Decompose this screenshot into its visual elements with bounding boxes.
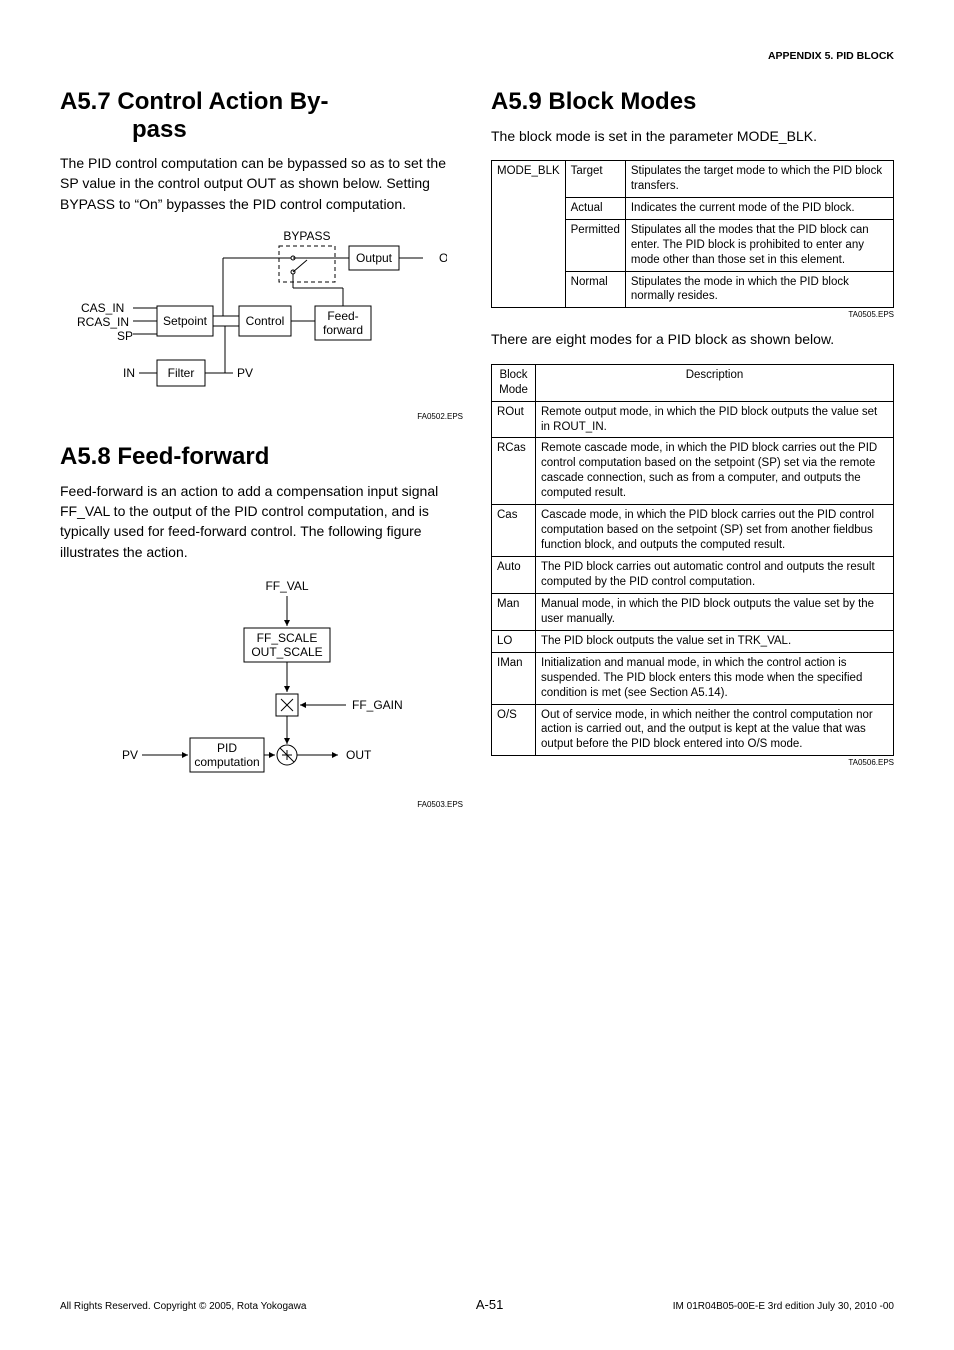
label-ff-2: forward bbox=[322, 323, 362, 337]
a5-8-body: Feed-forward is an action to add a compe… bbox=[60, 481, 463, 562]
t1-r3-v: Stipulates the mode in which the PID blo… bbox=[625, 271, 893, 308]
t1-r0-k: Target bbox=[565, 160, 625, 197]
t1-r2-v: Stipulates all the modes that the PID bl… bbox=[625, 219, 893, 271]
t2-r5-k: LO bbox=[492, 630, 536, 652]
a5-9-mid: There are eight modes for a PID block as… bbox=[491, 329, 894, 349]
label-setpoint: Setpoint bbox=[162, 314, 207, 328]
label-pid1: PID bbox=[216, 741, 236, 755]
table-mode-blk: MODE_BLK Target Stipulates the target mo… bbox=[491, 160, 894, 309]
t2-r0-v: Remote output mode, in which the PID blo… bbox=[536, 401, 894, 438]
label-output: Output bbox=[355, 251, 392, 265]
left-column: A5.7 Control Action By- pass The PID con… bbox=[60, 88, 463, 831]
t2-r6-v: Initialization and manual mode, in which… bbox=[536, 652, 894, 704]
t2-r3-k: Auto bbox=[492, 557, 536, 594]
t2-r5-v: The PID block outputs the value set in T… bbox=[536, 630, 894, 652]
a5-9-intro: The block mode is set in the parameter M… bbox=[491, 126, 894, 146]
t2-r4-v: Manual mode, in which the PID block outp… bbox=[536, 593, 894, 630]
t2-tag: TA0506.EPS bbox=[491, 758, 894, 767]
mode-blk-cell: MODE_BLK bbox=[492, 160, 566, 308]
t2-r6-k: IMan bbox=[492, 652, 536, 704]
label-cas-in: CAS_IN bbox=[81, 301, 124, 315]
label-ffval: FF_VAL bbox=[265, 579, 308, 593]
t2-r4-k: Man bbox=[492, 593, 536, 630]
label-filter: Filter bbox=[167, 366, 194, 380]
t2-h2: Description bbox=[536, 364, 894, 401]
fig-tag-2: FA0503.EPS bbox=[60, 800, 463, 809]
figure-bypass: BYPASS Output OUT Setpoint bbox=[60, 228, 463, 408]
t2-r0-k: ROut bbox=[492, 401, 536, 438]
label-sp: SP bbox=[117, 329, 133, 343]
heading-a5-9: A5.9 Block Modes bbox=[491, 88, 894, 116]
t1-r2-k: Permitted bbox=[565, 219, 625, 271]
t2-r2-k: Cas bbox=[492, 505, 536, 557]
figure-feedforward: FF_VAL FF_SCALE OUT_SCALE FF_GAIN PV bbox=[60, 576, 463, 796]
label-ffgain: FF_GAIN bbox=[352, 698, 403, 712]
label-out: OUT bbox=[439, 251, 447, 265]
heading-a5-7: A5.7 Control Action By- pass bbox=[60, 88, 463, 143]
label-ff-1: Feed- bbox=[327, 309, 358, 323]
label-pid2: computation bbox=[194, 755, 259, 769]
label-out2: OUT bbox=[346, 748, 372, 762]
heading-a5-7-line2: pass bbox=[60, 116, 187, 143]
right-column: A5.9 Block Modes The block mode is set i… bbox=[491, 88, 894, 831]
a5-7-body: The PID control computation can be bypas… bbox=[60, 153, 463, 214]
label-outscale: OUT_SCALE bbox=[251, 645, 322, 659]
footer-center: A-51 bbox=[476, 1297, 503, 1312]
fig-tag-1: FA0502.EPS bbox=[60, 412, 463, 421]
label-control: Control bbox=[245, 314, 284, 328]
footer-right: IM 01R04B05-00E-E 3rd edition July 30, 2… bbox=[673, 1301, 894, 1312]
heading-a5-7-line1: A5.7 Control Action By- bbox=[60, 88, 328, 115]
label-pv2: PV bbox=[122, 748, 138, 762]
t2-r1-v: Remote cascade mode, in which the PID bl… bbox=[536, 438, 894, 505]
t2-r3-v: The PID block carries out automatic cont… bbox=[536, 557, 894, 594]
label-ffscale: FF_SCALE bbox=[256, 631, 317, 645]
label-bypass: BYPASS bbox=[283, 229, 330, 243]
t1-r1-v: Indicates the current mode of the PID bl… bbox=[625, 197, 893, 219]
appendix-header: APPENDIX 5. PID BLOCK bbox=[768, 50, 894, 62]
page-footer: All Rights Reserved. Copyright © 2005, R… bbox=[60, 1297, 894, 1312]
label-in: IN bbox=[123, 366, 135, 380]
t1-tag: TA0505.EPS bbox=[491, 310, 894, 319]
t2-r7-v: Out of service mode, in which neither th… bbox=[536, 704, 894, 756]
table-block-modes: Block Mode Description ROutRemote output… bbox=[491, 364, 894, 757]
t2-h1: Block Mode bbox=[492, 364, 536, 401]
heading-a5-8: A5.8 Feed-forward bbox=[60, 443, 463, 471]
label-pv: PV bbox=[237, 366, 253, 380]
t1-r0-v: Stipulates the target mode to which the … bbox=[625, 160, 893, 197]
t2-r1-k: RCas bbox=[492, 438, 536, 505]
t2-r2-v: Cascade mode, in which the PID block car… bbox=[536, 505, 894, 557]
footer-left: All Rights Reserved. Copyright © 2005, R… bbox=[60, 1301, 306, 1312]
t2-r7-k: O/S bbox=[492, 704, 536, 756]
t1-r3-k: Normal bbox=[565, 271, 625, 308]
label-rcas-in: RCAS_IN bbox=[77, 315, 129, 329]
t1-r1-k: Actual bbox=[565, 197, 625, 219]
